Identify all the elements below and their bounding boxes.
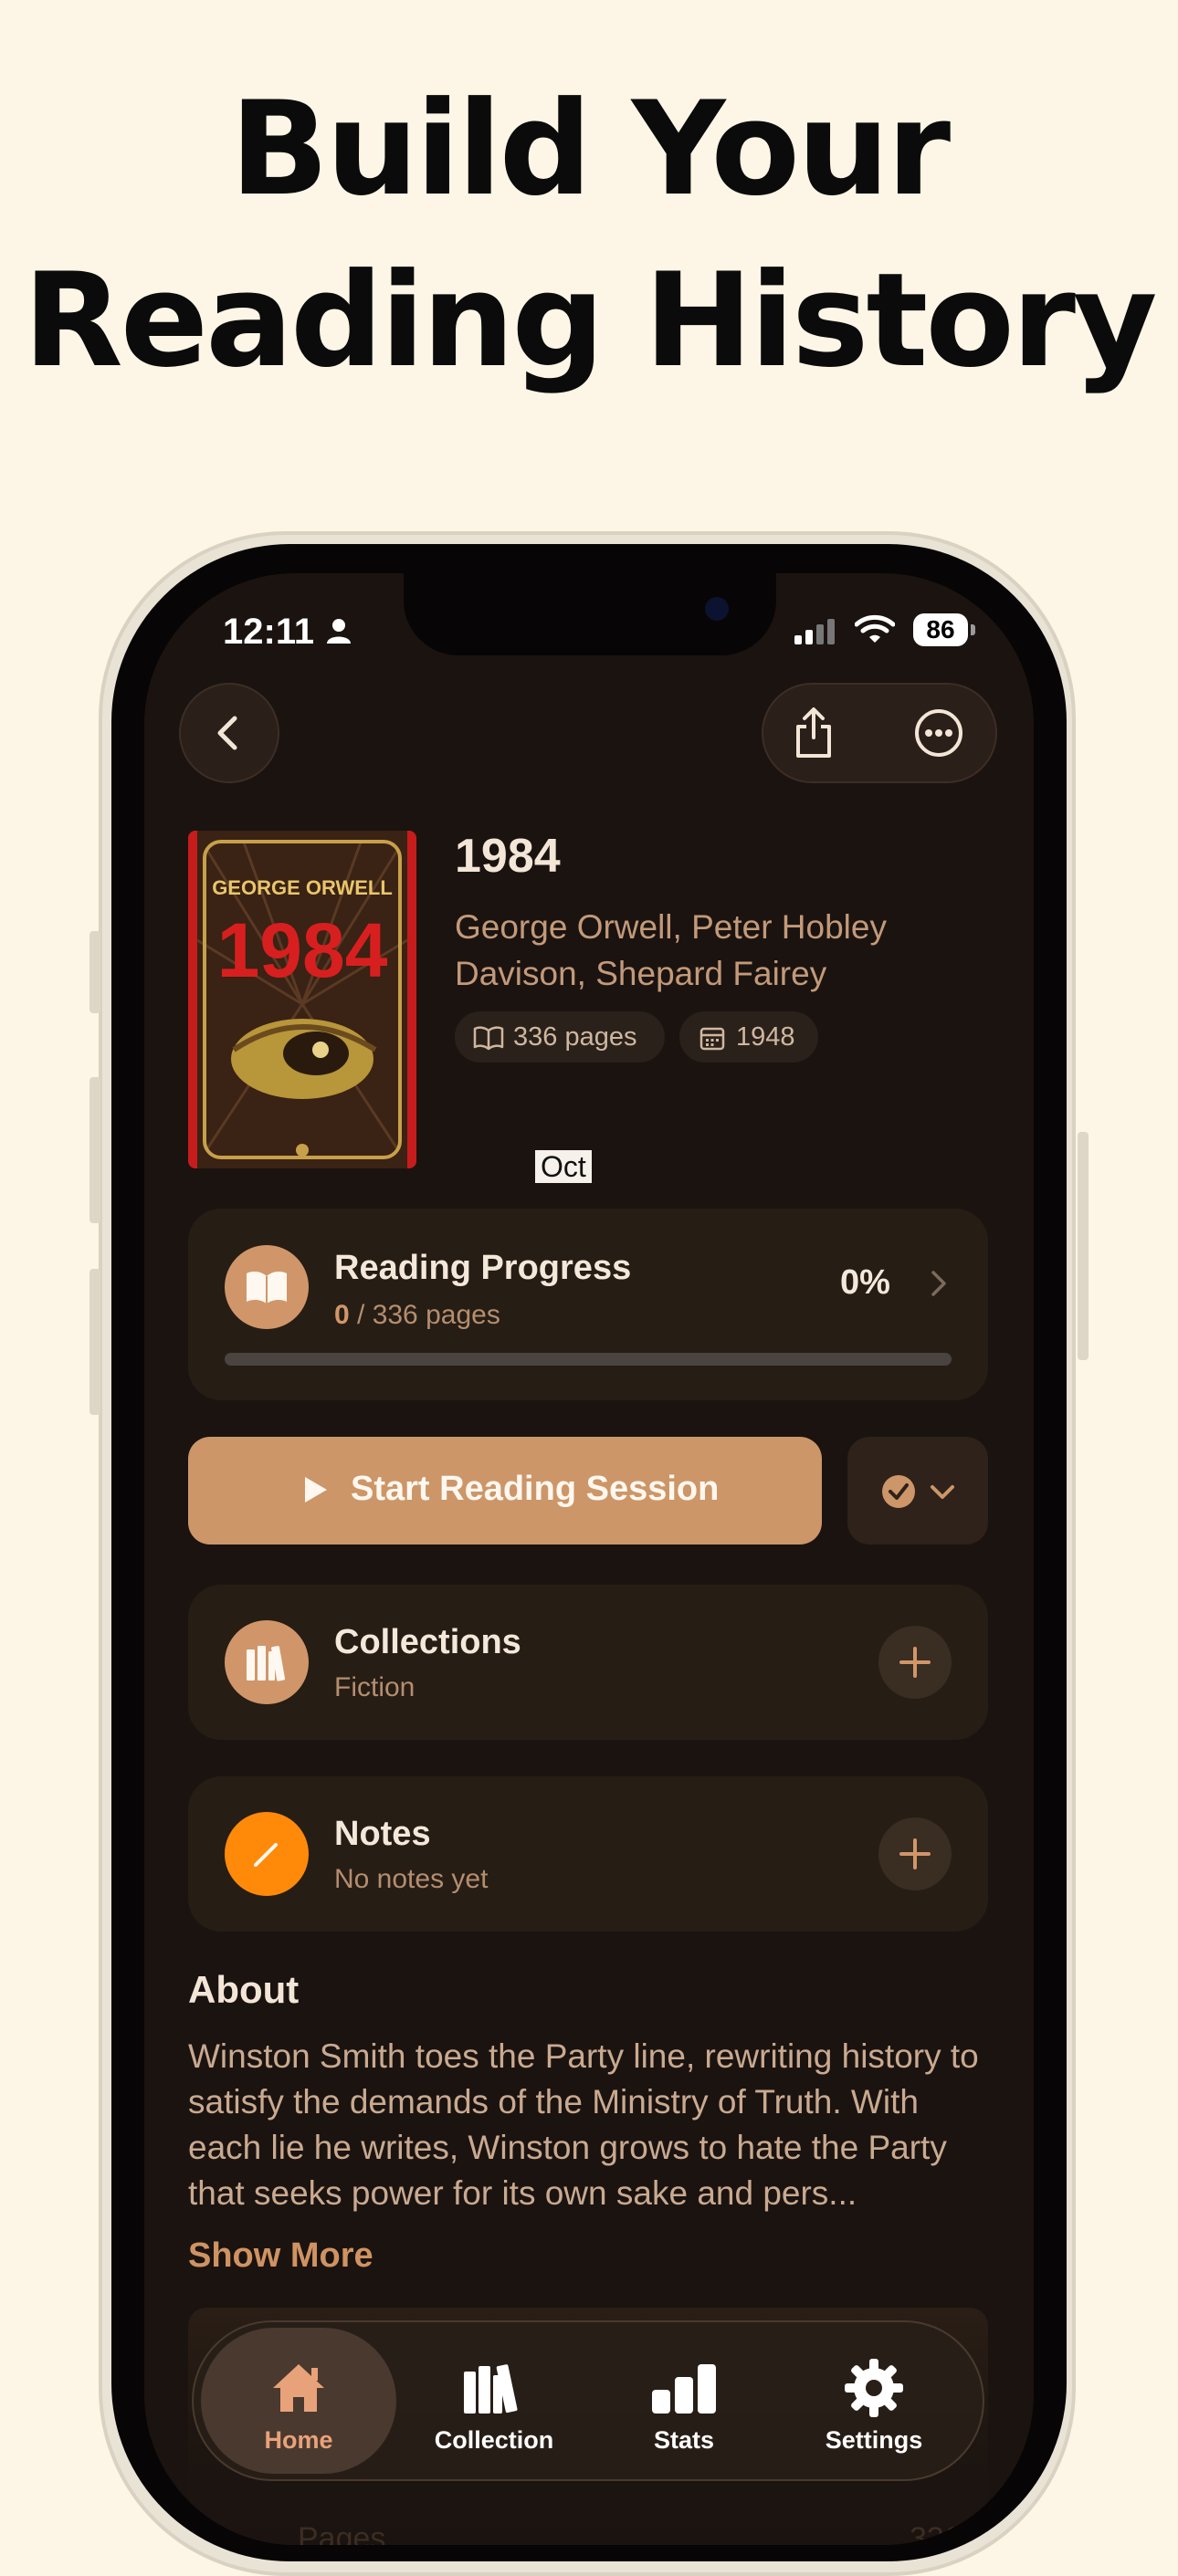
play-icon [305, 1477, 327, 1503]
share-icon[interactable] [791, 705, 836, 759]
obscured-row-value: 336 [910, 2521, 962, 2545]
person-icon [327, 619, 351, 644]
notes-card[interactable]: Notes No notes yet [188, 1776, 988, 1932]
dynamic-notch [404, 573, 776, 655]
tab-collection-label: Collection [434, 2426, 554, 2454]
book-cover-art: GEORGE ORWELL 1984 [188, 831, 416, 1168]
progress-total-pages: / 336 pages [349, 1300, 500, 1330]
book-authors: George Orwell, Peter Hobley Davison, She… [455, 908, 887, 992]
tab-stats-label: Stats [653, 2426, 715, 2454]
headline: Build Your Reading History [0, 64, 1178, 407]
toolbar-actions [762, 683, 997, 783]
back-button[interactable] [179, 683, 279, 783]
books-icon [247, 1646, 286, 1681]
chevron-down-icon [931, 1485, 954, 1499]
headline-line-1: Build Your [229, 74, 951, 225]
open-book-icon [247, 1272, 287, 1304]
battery-icon: 86 [913, 613, 977, 646]
book-title: 1984 [455, 830, 561, 883]
pages-chip: 336 pages [455, 1011, 665, 1063]
progress-current-page: 0 [334, 1300, 350, 1330]
more-options-icon[interactable] [913, 707, 964, 759]
notes-icon-badge [225, 1812, 309, 1896]
floating-month-label: Oct [535, 1150, 592, 1183]
show-more-link[interactable]: Show More [188, 2236, 373, 2276]
about-heading: About [188, 1968, 300, 2011]
tab-settings[interactable]: Settings [776, 2328, 972, 2474]
tab-home-label: Home [264, 2426, 333, 2454]
cover-author-text: GEORGE ORWELL [212, 876, 393, 899]
calendar-icon [699, 1027, 725, 1051]
notes-title: Notes [334, 1815, 431, 1853]
chevron-right-icon [931, 1271, 946, 1296]
wifi-icon [855, 614, 895, 643]
gear-icon [845, 2359, 903, 2417]
collections-title: Collections [334, 1623, 521, 1661]
books-icon [464, 2364, 518, 2414]
pages-chip-label: 336 pages [513, 1022, 637, 1052]
year-chip-label: 1948 [736, 1022, 795, 1052]
side-button-action [89, 931, 100, 1013]
progress-bar [225, 1353, 952, 1366]
camera-icon [705, 597, 729, 621]
side-button-power [1078, 1132, 1089, 1360]
about-description: Winston Smith toes the Party line, rewri… [188, 2037, 979, 2212]
start-reading-session-button[interactable]: Start Reading Session [188, 1437, 822, 1545]
battery-level: 86 [913, 613, 968, 646]
add-to-collection-button[interactable] [878, 1626, 952, 1699]
progress-pages: 0 / 336 pages [334, 1300, 500, 1331]
side-button-volume-down [89, 1269, 100, 1415]
reading-status-dropdown[interactable] [847, 1437, 988, 1545]
collections-icon-badge [225, 1620, 309, 1704]
chevron-left-icon [217, 716, 237, 750]
cellular-signal-icon [794, 619, 835, 644]
pencil-icon [254, 1843, 278, 1867]
tab-collection[interactable]: Collection [396, 2328, 592, 2474]
plus-icon [899, 1647, 931, 1678]
collections-subtitle: Fiction [334, 1672, 415, 1702]
book-cover[interactable]: GEORGE ORWELL 1984 [188, 831, 416, 1168]
bar-chart-icon [652, 2364, 716, 2414]
tab-home[interactable]: Home [201, 2328, 396, 2474]
status-time: 12:11 [223, 612, 315, 652]
add-note-button[interactable] [878, 1817, 952, 1890]
tab-settings-label: Settings [825, 2426, 923, 2454]
progress-percent: 0% [840, 1263, 890, 1302]
checkmark-circle-icon [882, 1475, 915, 1508]
house-icon [273, 2364, 324, 2412]
side-button-volume-up [89, 1077, 100, 1223]
tab-stats[interactable]: Stats [586, 2328, 782, 2474]
tab-bar: Home Collection Stats Settings [192, 2320, 984, 2481]
obscured-row-label: Pages [298, 2521, 386, 2545]
open-book-icon [473, 1026, 504, 1051]
progress-title: Reading Progress [334, 1249, 632, 1287]
reading-progress-card[interactable]: Reading Progress 0 / 336 pages 0% [188, 1209, 988, 1400]
year-chip: 1948 [679, 1011, 818, 1063]
start-reading-session-label: Start Reading Session [351, 1470, 720, 1508]
progress-icon-badge [225, 1245, 309, 1329]
notes-subtitle: No notes yet [334, 1864, 489, 1894]
cover-title-text: 1984 [217, 907, 388, 993]
phone-screen: 12:11 86 GEORGE ORWELL 1984 1984 George … [144, 573, 1034, 2545]
headline-line-2: Reading History [23, 246, 1157, 396]
collections-card[interactable]: Collections Fiction [188, 1585, 988, 1740]
plus-icon [899, 1838, 931, 1869]
